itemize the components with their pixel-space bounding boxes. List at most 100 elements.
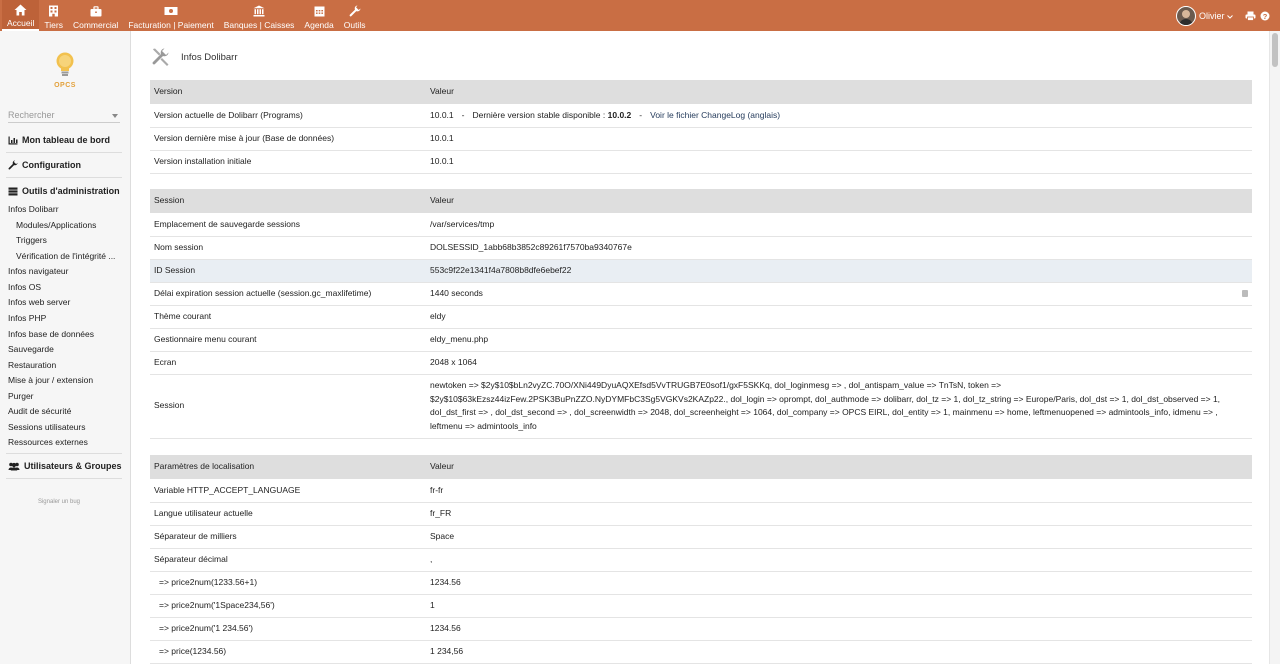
sidebar-divider [6,152,122,153]
menu-accueil[interactable]: Accueil [2,0,40,31]
scrollbar-thumb[interactable] [1272,33,1278,67]
menu-agenda[interactable]: Agenda [299,0,338,31]
menu-agenda-label: Agenda [304,20,334,30]
lightbulb-icon [56,52,74,76]
table-row: => price2num('1Space234,56') 1 [150,594,1252,618]
table-row: ID Session 553c9f22e1341f4a7808b8dfe6ebe… [150,259,1252,283]
left-sidebar: OPCS Rechercher Mon tableau de bord Conf… [0,31,131,664]
user-name[interactable]: Olivier [1199,11,1233,21]
company-logo[interactable]: OPCS [50,51,80,89]
sidebar-item-security-audit[interactable]: Audit de sécurité [8,406,71,416]
sidebar-item-os[interactable]: Infos OS [8,282,41,292]
menu-banques[interactable]: Banques | Caisses [219,0,300,31]
table-row: => price2num(1233.56+1) 1234.56 [150,571,1252,595]
session-table: Session Valeur Emplacement de sauvegarde… [150,189,1252,439]
sidebar-item-modules[interactable]: Modules/Applications [16,220,96,230]
menu-outils[interactable]: Outils [339,0,371,31]
sidebar-configuration[interactable]: Configuration [8,160,81,170]
menu-accueil-label: Accueil [7,18,35,28]
stable-version-label: Dernière version stable disponible : [472,109,606,120]
row-label: Séparateur décimal [150,548,426,572]
row-label: Version installation initiale [150,150,426,174]
sidebar-item-external-resources[interactable]: Ressources externes [8,437,88,447]
sidebar-item-browser[interactable]: Infos navigateur [8,266,68,276]
menu-outils-label: Outils [343,20,366,30]
menu-commercial[interactable]: Commercial [68,0,123,31]
sidebar-item-infos-dolibarr[interactable]: Infos Dolibarr [8,204,59,214]
row-label: Version actuelle de Dolibarr (Programs) [150,104,426,128]
sidebar-divider [6,453,122,454]
table-row: Version dernière mise à jour (Base de do… [150,127,1252,151]
row-value: eldy [426,305,1252,329]
row-label: Variable HTTP_ACCEPT_LANGUAGE [150,479,426,503]
row-value: 2048 x 1064 [426,351,1252,375]
row-value: Space [426,525,1252,549]
report-bug-link[interactable]: Signaler un bug [0,499,118,505]
user-avatar[interactable] [1175,5,1196,26]
sidebar-divider [6,177,122,178]
sidebar-item-integrity[interactable]: Vérification de l'intégrité ... [16,251,115,261]
top-menu: Accueil Tiers Commercial Facturation | P… [0,0,370,31]
sidebar-item-web-server[interactable]: Infos web server [8,297,70,307]
row-label: Délai expiration session actuelle (sessi… [150,282,426,306]
vertical-scrollbar[interactable] [1269,31,1280,664]
building-icon [48,4,59,18]
row-value: 1 234,56 [426,640,1252,664]
row-value: newtoken => $2y$10$bLn2vyZC.70O/XNi449Dy… [426,374,1252,439]
version-table: Version Valeur Version actuelle de Dolib… [150,80,1252,174]
row-value: DOLSESSID_1abb68b3852c89261f7570ba934076… [426,236,1252,260]
calendar-icon [314,4,325,18]
column-header: Session [150,189,426,213]
menu-banques-label: Banques | Caisses [223,20,295,30]
stable-version: 10.0.2 [607,109,632,120]
sidebar-item-database[interactable]: Infos base de données [8,329,94,339]
menu-tiers[interactable]: Tiers [39,0,68,31]
changelog-link[interactable]: Voir le fichier ChangeLog (anglais) [650,110,780,120]
table-header-row: Paramètres de localisation Valeur [150,455,1252,479]
row-value: 1440 seconds [426,282,1252,306]
wrench-icon [8,160,18,170]
column-header: Paramètres de localisation [150,455,426,479]
sidebar-item-update[interactable]: Mise à jour / extension [8,375,93,385]
row-label: Thème courant [150,305,426,329]
help-icon[interactable]: ? [1260,11,1270,21]
sidebar-item-user-sessions[interactable]: Sessions utilisateurs [8,422,85,432]
sidebar-item-backup[interactable]: Sauvegarde [8,344,54,354]
menu-commercial-label: Commercial [72,20,119,30]
sidebar-item-restore[interactable]: Restauration [8,360,56,370]
bank-icon [253,4,265,18]
banknote-icon [164,4,178,18]
search-select[interactable]: Rechercher [8,110,120,123]
menu-facturation[interactable]: Facturation | Paiement [123,0,218,31]
row-label: Emplacement de sauvegarde sessions [150,213,426,237]
row-value: , [426,548,1252,572]
sidebar-users-groups[interactable]: Utilisateurs & Groupes [8,461,122,471]
table-row: Version actuelle de Dolibarr (Programs) … [150,104,1252,128]
row-label: Nom session [150,236,426,260]
search-placeholder: Rechercher [8,110,55,120]
column-header: Version [150,80,426,104]
sidebar-item-php[interactable]: Infos PHP [8,313,46,323]
user-area: Olivier ? [1175,0,1270,31]
row-label: => price2num(1233.56+1) [150,571,426,595]
row-value: 1234.56 [426,617,1252,641]
print-icon[interactable] [1245,11,1256,21]
sidebar-item-triggers[interactable]: Triggers [16,235,47,245]
row-label: Séparateur de milliers [150,525,426,549]
sidebar-item-purge[interactable]: Purger [8,391,34,401]
sidebar-dashboard[interactable]: Mon tableau de bord [8,135,110,145]
menu-tiers-label: Tiers [44,20,63,30]
column-header: Valeur [426,189,1252,213]
row-value: fr-fr [426,479,1252,503]
users-icon [8,462,20,470]
table-row: Gestionnaire menu courant eldy_menu.php [150,328,1252,352]
row-label: => price2num('1 234.56') [150,617,426,641]
table-row: Version installation initiale 10.0.1 [150,150,1252,174]
sidebar-admin-tools[interactable]: Outils d'administration [8,186,120,196]
row-value-text: 1440 seconds [430,287,483,298]
row-label: Ecran [150,351,426,375]
sidebar-configuration-label: Configuration [22,160,81,170]
info-icon[interactable] [1242,289,1248,297]
column-header: Valeur [426,80,1252,104]
server-icon [8,187,18,195]
